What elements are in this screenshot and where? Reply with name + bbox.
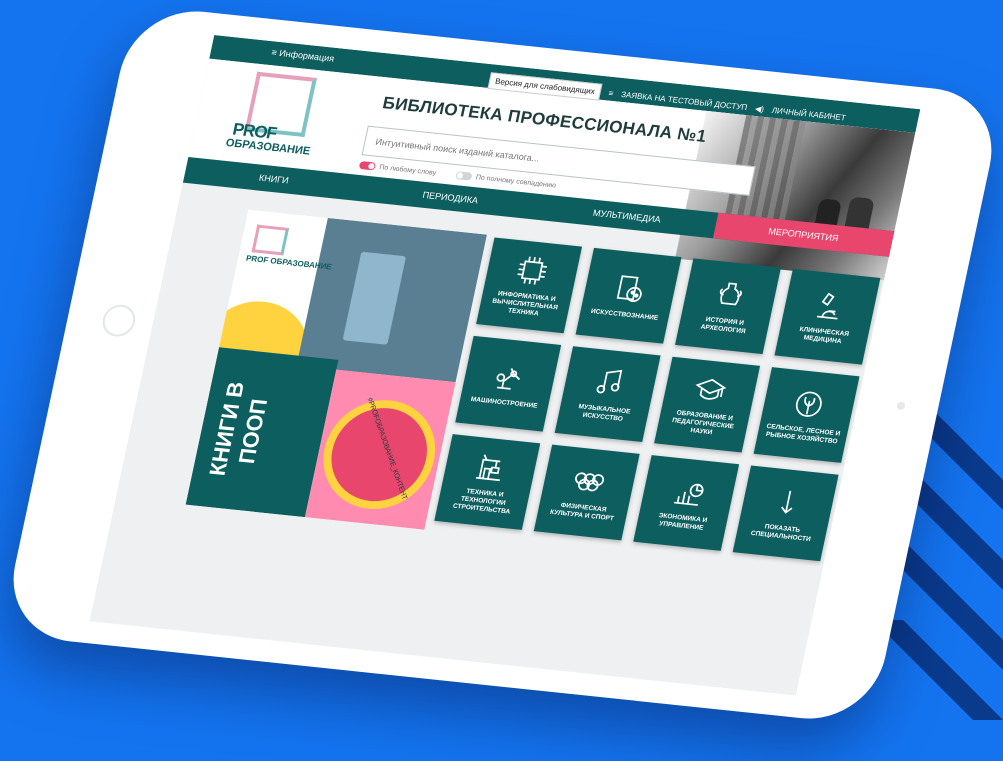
- toggle-switch-on[interactable]: [358, 161, 377, 171]
- main-content: PROF ОБРАЗОВАНИЕ КНИГИ В ПООП #PROFОБРАЗ…: [91, 183, 889, 690]
- microscope-icon: [816, 292, 838, 320]
- category-tile[interactable]: ОБРАЗОВАНИЕ И ПЕДАГОГИЧЕСКИЕ НАУКИ: [654, 356, 761, 453]
- category-grid: ИНФОРМАТИКА И ВЫЧИСЛИТЕЛЬНАЯ ТЕХНИКА ИСК…: [434, 237, 881, 562]
- site-logo[interactable]: PROF ОБРАЗОВАНИЕ: [218, 70, 337, 174]
- category-tile[interactable]: ИНФОРМАТИКА И ВЫЧИСЛИТЕЛЬНАЯ ТЕХНИКА: [476, 237, 583, 334]
- music-note-icon: [596, 369, 623, 394]
- amphora-icon: [719, 282, 743, 306]
- home-button[interactable]: [99, 303, 139, 339]
- leaf-icon: [795, 391, 822, 417]
- graduation-cap-icon: [695, 378, 727, 400]
- menu-icon: ≡: [607, 88, 615, 99]
- crane-icon: [475, 454, 501, 481]
- screen: ≡ Информация Версия для слабовидящих ≡ З…: [89, 35, 921, 696]
- tablet-device: ≡ Информация Версия для слабовидящих ≡ З…: [0, 4, 1003, 726]
- robot-arm-icon: [496, 368, 521, 390]
- category-tile[interactable]: ИСКУССТВОЗНАНИЕ: [575, 247, 682, 344]
- category-tile[interactable]: СЕЛЬСКОЕ, ЛЕСНОЕ И РЫБНОЕ ХОЗЯЙСТВО: [753, 367, 860, 463]
- show-specialties-button[interactable]: ПОКАЗАТЬ СПЕЦИАЛЬНОСТИ: [732, 465, 839, 562]
- category-tile[interactable]: ЭКОНОМИКА И УПРАВЛЕНИЕ: [633, 455, 740, 551]
- arrow-down-icon: [781, 490, 793, 514]
- chart-icon: [674, 483, 704, 506]
- category-tile[interactable]: ИСТОРИЯ И АРХЕОЛОГИЯ: [675, 258, 781, 355]
- category-tile[interactable]: МАШИНОСТРОЕНИЕ: [455, 335, 562, 432]
- palette-icon: [616, 275, 642, 302]
- olympic-rings-icon: [575, 472, 605, 492]
- camera: [896, 401, 906, 411]
- category-tile[interactable]: КЛИНИЧЕСКАЯ МЕДИЦИНА: [774, 268, 881, 365]
- category-tile[interactable]: ФИЗИЧЕСКАЯ КУЛЬТУРА И СПОРТ: [533, 444, 640, 541]
- category-tile[interactable]: ТЕХНИКА И ТЕХНОЛОГИИ СТРОИТЕЛЬСТВА: [434, 434, 541, 530]
- info-menu[interactable]: ≡ Информация: [271, 47, 336, 63]
- account-link[interactable]: ЛИЧНЫЙ КАБИНЕТ: [771, 106, 847, 123]
- promo-logo-icon: [251, 224, 290, 256]
- toggle-switch-off[interactable]: [455, 171, 473, 181]
- chip-icon: [517, 256, 548, 285]
- toggle-any-word[interactable]: По любому слову: [358, 161, 437, 177]
- category-tile[interactable]: МУЗЫКАЛЬНОЕ ИСКУССТВО: [554, 346, 661, 443]
- speaker-icon: ◀): [754, 104, 765, 114]
